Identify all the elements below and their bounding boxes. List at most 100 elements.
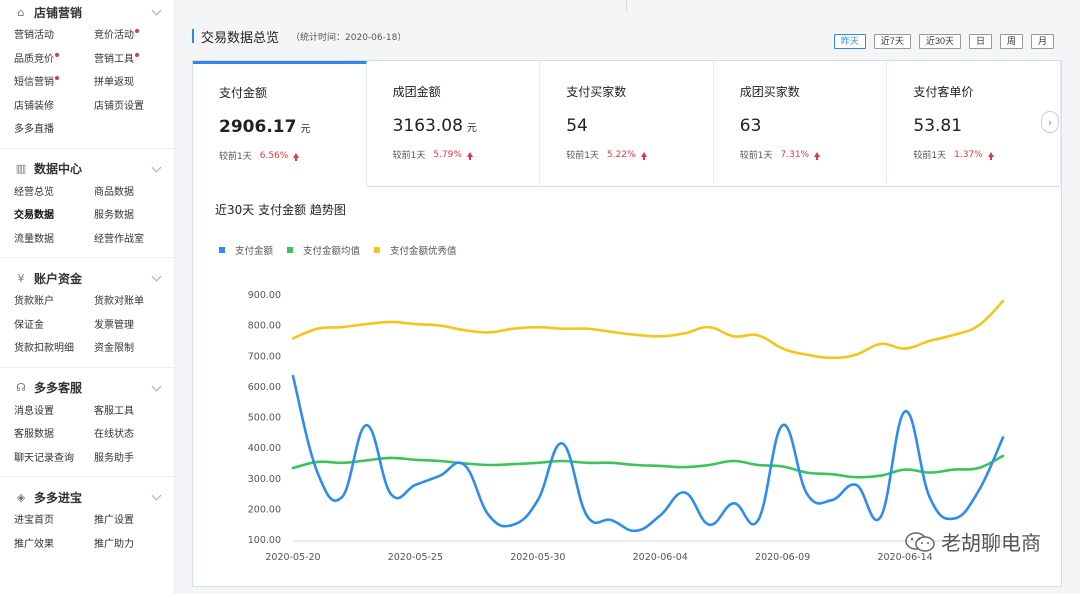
sidebar-section-header[interactable]: ◈ 多多进宝 [14,485,162,509]
sidebar-item[interactable]: 推广助力 [94,533,174,557]
sidebar-item[interactable]: 竞价活动 [94,24,174,48]
sidebar-section-title: 多多客服 [34,381,83,395]
sidebar-item[interactable]: 聊天记录查询 [14,447,94,471]
sidebar-item[interactable]: 保证金 [14,314,94,338]
range-button[interactable]: 近30天 [918,34,961,49]
sidebar-item[interactable]: 经营总览 [14,181,94,205]
sidebar-item[interactable]: 营销工具 [94,48,174,72]
sidebar-item[interactable]: 流量数据 [14,228,94,252]
sidebar-section-header[interactable]: ⌂ 店铺营销 [14,0,162,24]
sidebar-section: ☊ 多多客服 消息设置 客服工具客服数据 在线状态 聊天记录查询 服务助手 [0,376,174,471]
x-tick-label: 2020-05-20 [265,552,320,561]
sidebar-section: ◈ 多多进宝 进宝首页 推广设置推广效果 推广助力 [0,485,174,556]
sidebar-item-label: 推广效果 [14,538,54,550]
metric-card[interactable]: 成团金额 3163.08 元较前1天 5.79% [366,61,541,187]
sidebar-item[interactable]: 进宝首页 [14,509,94,533]
sidebar-item[interactable]: 商品数据 [94,181,174,205]
sidebar-item-label: 推广助力 [94,538,134,550]
sidebar-item-label: 服务助手 [94,452,134,464]
sidebar-item[interactable]: 推广设置 [94,509,174,533]
metric-card[interactable]: 支付客单价 53.81 较前1天 1.37% [887,61,1061,187]
range-button[interactable]: 昨天 [833,34,866,49]
sidebar-item[interactable]: 店铺页设置 [94,95,174,119]
metric-value-row: 53.81 [913,116,1060,136]
range-button[interactable]: 日 [968,34,992,49]
sidebar-item[interactable]: 在线状态 [94,423,174,447]
chevron-right-icon[interactable]: › [1041,111,1059,133]
sidebar-divider [0,366,174,368]
watermark-text: 老胡聊电商 [941,531,1041,555]
sidebar-item[interactable]: 交易数据 [14,204,94,228]
sidebar-item[interactable]: 发票管理 [94,314,174,338]
legend-swatch [287,247,294,253]
y-tick-label: 500.00 [248,413,281,424]
sidebar-item-label: 客服数据 [14,429,54,440]
y-tick-label: 300.00 [248,474,281,485]
sidebar-item-label: 竞价活动 [94,30,134,41]
range-button[interactable]: 近7天 [873,34,911,49]
new-badge-dot [135,52,139,57]
trend-chart: 100.00 200.00 300.00 400.00 500.00 600.00 700.… [248,290,1005,561]
sidebar-item[interactable]: 多多直播 [14,118,94,142]
y-tick-label: 700.00 [248,351,281,362]
sidebar-item[interactable]: 货款账户 [14,290,94,314]
sidebar-item-label: 拼单返现 [94,77,134,88]
range-button[interactable]: 月 [1030,34,1054,49]
metric-unit: 元 [466,123,477,134]
metric-card[interactable]: 成团买家数 63 较前1天 7.31% [713,61,888,187]
arrow-up-icon [987,152,994,160]
metric-value: 54 [566,116,588,136]
sidebar-item[interactable]: 经营作战室 [94,228,174,252]
metric-compare: 较前1天 1.37% [913,148,1060,161]
legend-item[interactable]: 支付金额均值 [287,243,360,257]
sidebar-item-label: 经营总览 [14,186,54,198]
sidebar-item-grid: 进宝首页 推广设置 推广效果 推广助力 [14,509,160,556]
metric-card[interactable]: 支付金额 2906.17 元较前1天 6.56% [193,61,367,187]
compare-label: 较前1天 [219,152,252,162]
sidebar-item[interactable]: 客服工具 [94,400,174,424]
sidebar-item[interactable]: 服务助手 [94,447,174,471]
sidebar-item[interactable]: 货款扣款明细 [14,337,94,361]
sidebar-section-title: 店铺营销 [34,5,83,20]
sidebar-item[interactable]: 短信营销 [14,71,94,95]
sidebar-item[interactable]: 消息设置 [14,400,94,424]
chevron-down-icon [151,5,162,16]
watermark: 老胡聊电商 [903,527,1041,556]
new-badge-dot [135,29,139,33]
x-tick-label: 2020-06-04 [633,552,688,561]
sidebar-section: ¥ 账户资金 货款账户 货款对账单保证金 发票管理货款扣款明细 资金限制 [0,266,174,361]
sidebar-item[interactable]: 店铺装修 [14,95,94,119]
sidebar-item[interactable]: 营销活动 [14,24,94,48]
sidebar-item[interactable]: 客服数据 [14,423,94,447]
compare-percent: 1.37% [954,149,983,160]
sidebar-item[interactable]: 货款对账单 [94,290,174,314]
metric-unit: 元 [300,124,311,135]
sidebar-item[interactable]: 品质竞价 [14,48,94,72]
sidebar-item[interactable]: 拼单返现 [94,71,174,95]
legend-item[interactable]: 支付金额 [219,243,273,257]
sidebar-item[interactable]: 推广效果 [14,533,94,557]
sidebar-item-label: 货款扣款明细 [14,343,74,354]
sidebar-section-header[interactable]: ¥ 账户资金 [14,266,162,290]
y-tick-label: 100.00 [248,535,281,546]
metric-compare: 较前1天 6.56% [219,149,366,162]
sidebar-item[interactable]: 服务数据 [94,204,174,228]
main-content: 交易数据总览 （统计时间：2020-06-18） 昨天 近7天 近30天日周月 支付… [192,0,1062,594]
chevron-down-icon [151,381,162,391]
sidebar-item[interactable]: 资金限制 [94,337,174,361]
metric-title: 成团买家数 [739,85,800,99]
metric-card[interactable]: 支付买家数 54 较前1天 5.22% [540,61,714,187]
range-button[interactable]: 周 [999,34,1023,49]
sidebar-item-label: 营销活动 [14,30,54,41]
sidebar-section-title: 账户资金 [34,271,83,286]
legend-label: 支付金额 [235,246,274,257]
legend-swatch [219,247,225,253]
arrow-up-icon [814,152,821,160]
sidebar-section-header[interactable]: ☊ 多多客服 [14,376,162,400]
sidebar-item-label: 品质竞价 [14,53,54,65]
arrow-up-icon [293,153,300,161]
legend-item[interactable]: 支付金额优秀值 [374,243,457,257]
sidebar-section: ⌂ 店铺营销营销活动 竞价活动品质竞价 营销工具 短信营销 拼单返现 店铺装修 店铺页设置 多多… [0,0,174,142]
sidebar-section-header[interactable]: ▥ 数据中心 [14,157,162,181]
sidebar-item-label: 保证金 [14,319,44,331]
